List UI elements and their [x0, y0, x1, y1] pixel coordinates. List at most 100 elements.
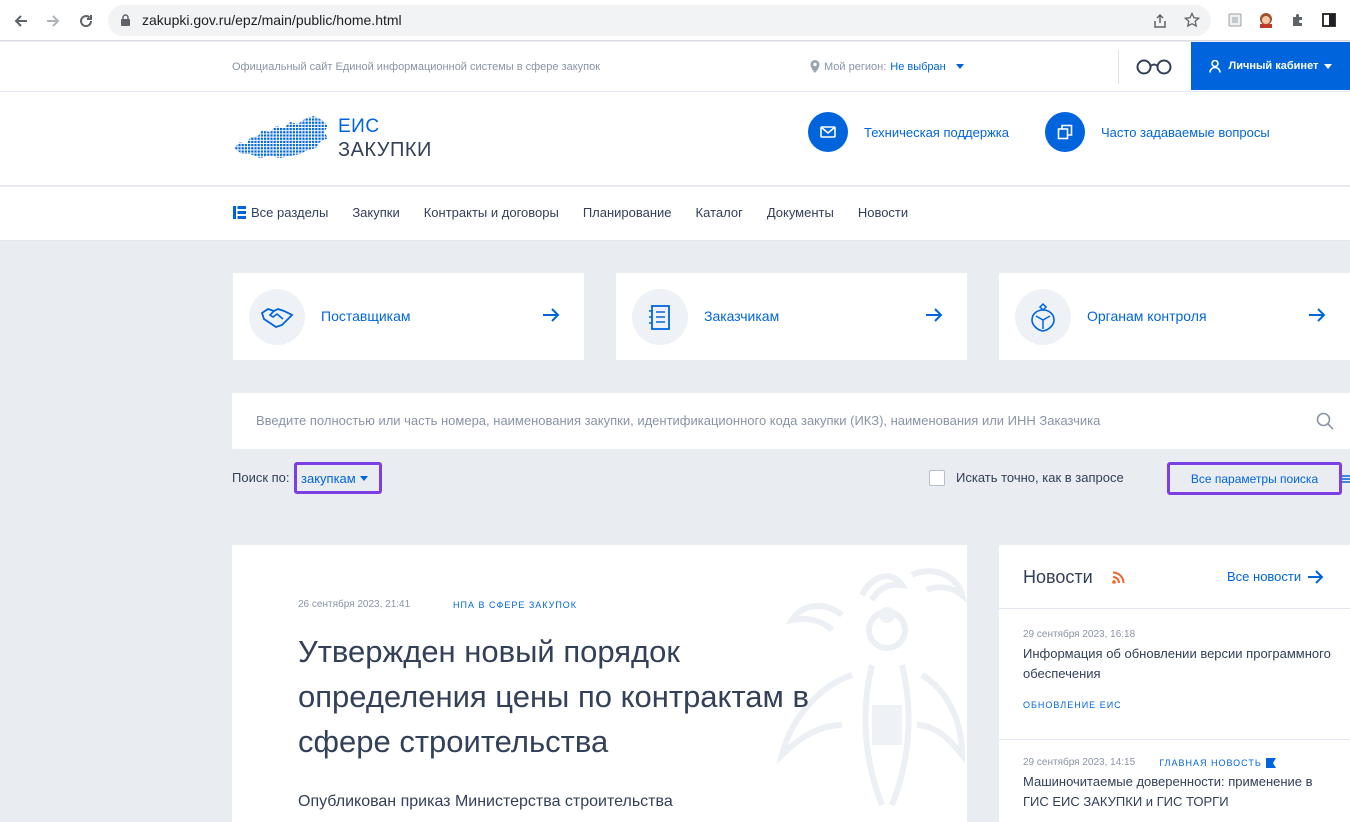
news-item-date: 29 сентября 2023, 14:15 [1023, 757, 1136, 768]
menu-label: Каталог [695, 205, 743, 220]
menu-label: Новости [857, 205, 909, 220]
top-info-strip: Официальный сайт Единой информационной с… [0, 42, 1350, 92]
main-news-date: 26 сентября 2023, 21:41 [298, 599, 411, 610]
main-menu: Все разделы Закупки Контракты и договоры… [0, 187, 1350, 241]
divider [999, 739, 1350, 740]
russia-map-logo-icon [234, 116, 328, 158]
arrow-right-icon [543, 308, 560, 322]
search-by-label: Поиск по: [232, 470, 290, 485]
menu-label: Закупки [352, 205, 400, 220]
lock-icon [121, 14, 130, 26]
caret-down-icon [359, 475, 368, 481]
site-header: ЕИС ЗАКУПКИ Техническая поддержка Часто … [0, 92, 1350, 186]
news-item[interactable]: 29 сентября 2023, 14:15 ГЛАВНАЯ НОВОСТЬ … [1023, 757, 1333, 812]
caret-down-icon [955, 64, 964, 69]
search-box [232, 393, 1350, 449]
reload-icon[interactable] [73, 8, 99, 34]
faq-link[interactable]: Часто задаваемые вопросы [1045, 112, 1270, 152]
tech-support-link[interactable]: Техническая поддержка [808, 112, 1009, 152]
menu-label: Все разделы [251, 205, 329, 220]
main-news-badge-label: ГЛАВНАЯ НОВОСТЬ [1159, 757, 1262, 768]
extension-page-icon[interactable] [1225, 10, 1245, 30]
news-item-category[interactable]: ОБНОВЛЕНИЕ ЕИС [1023, 700, 1333, 710]
site-description: Официальный сайт Единой информационной с… [232, 61, 601, 73]
all-search-params-label: Все параметры поиска [1190, 471, 1319, 486]
handshake-icon [249, 289, 305, 345]
card-label: Органам контроля [1087, 308, 1207, 324]
faq-label: Часто задаваемые вопросы [1101, 124, 1270, 140]
emblem-icon [1015, 289, 1071, 345]
search-icon[interactable] [1316, 412, 1334, 430]
url-text: zakupki.gov.ru/epz/main/public/home.html [142, 12, 402, 28]
main-news-card[interactable]: 26 сентября 2023, 21:41 НПА В СФЕРЕ ЗАКУ… [232, 545, 967, 822]
accessibility-glasses-icon[interactable] [1136, 56, 1172, 78]
personal-cabinet-label: Личный кабинет [1228, 60, 1319, 72]
back-icon[interactable] [8, 8, 34, 34]
card-control-bodies[interactable]: Органам контроля [999, 273, 1350, 360]
news-panel-header: Новости Все новости [999, 545, 1350, 609]
location-pin-icon [810, 60, 820, 73]
extension-avatar-icon[interactable] [1256, 10, 1276, 30]
region-selector[interactable]: Мой регион: Не выбран [810, 60, 964, 73]
filter-lines-icon[interactable] [1342, 474, 1350, 484]
divider [1118, 50, 1119, 84]
copy-pages-icon [1045, 112, 1085, 152]
forward-icon[interactable] [40, 8, 66, 34]
main-news-badge: ГЛАВНАЯ НОВОСТЬ [1159, 757, 1276, 768]
region-label: Мой регион: [824, 60, 887, 73]
news-item-text[interactable]: Машиночитаемые доверенности: применение … [1023, 772, 1333, 812]
sidepanel-icon[interactable] [1319, 10, 1339, 30]
search-by-value: закупкам [301, 470, 356, 486]
arrow-right-icon [1309, 308, 1326, 322]
all-news-link[interactable]: Все новости [1227, 569, 1324, 584]
news-panel-title: Новости [1023, 567, 1093, 587]
menu-item-catalog[interactable]: Каталог [696, 205, 743, 220]
main-news-title[interactable]: Утвержден новый порядок определения цены… [298, 629, 858, 764]
rss-icon[interactable] [1112, 571, 1125, 584]
bookmark-star-icon[interactable] [1184, 12, 1200, 28]
eis-logo[interactable]: ЕИС ЗАКУПКИ [232, 112, 442, 164]
all-search-params-button[interactable]: Все параметры поиска [1167, 462, 1342, 495]
exact-search-label: Искать точно, как в запросе [956, 470, 1124, 485]
menu-item-all-sections[interactable]: Все разделы [233, 205, 328, 220]
main-news-lead: Опубликован приказ Министерства строител… [298, 793, 673, 810]
news-item-text[interactable]: Информация об обновлении версии программ… [1023, 644, 1333, 684]
menu-item-purchases[interactable]: Закупки [352, 205, 399, 220]
mail-icon [808, 112, 848, 152]
menu-item-news[interactable]: Новости [858, 205, 908, 220]
flag-icon [1265, 757, 1276, 768]
logo-text-zakupki: ЗАКУПКИ [338, 139, 432, 161]
card-label: Заказчикам [704, 308, 780, 324]
menu-item-planning[interactable]: Планирование [583, 205, 672, 220]
arrow-right-icon [1308, 569, 1324, 584]
share-icon[interactable] [1152, 13, 1168, 29]
browser-toolbar: zakupki.gov.ru/epz/main/public/home.html [0, 0, 1350, 41]
arrow-right-icon [926, 308, 943, 322]
extensions-puzzle-icon[interactable] [1288, 10, 1308, 30]
caret-down-icon [1324, 63, 1333, 69]
all-news-label: Все новости [1227, 569, 1302, 584]
tech-support-label: Техническая поддержка [864, 124, 1009, 140]
menu-item-documents[interactable]: Документы [767, 205, 834, 220]
news-item[interactable]: 29 сентября 2023, 16:18 Информация об об… [1023, 629, 1333, 710]
news-item-date: 29 сентября 2023, 16:18 [1023, 629, 1136, 640]
search-input[interactable] [256, 413, 1296, 428]
card-suppliers[interactable]: Поставщикам [233, 273, 584, 360]
card-label: Поставщикам [321, 308, 411, 324]
menu-label: Планирование [582, 205, 672, 220]
address-bar[interactable]: zakupki.gov.ru/epz/main/public/home.html [108, 5, 1211, 36]
menu-item-contracts[interactable]: Контракты и договоры [424, 205, 559, 220]
menu-label: Контракты и договоры [423, 205, 559, 220]
exact-search-checkbox[interactable] [929, 470, 945, 486]
logo-text-eis: ЕИС [338, 116, 380, 137]
menu-label: Документы [766, 205, 834, 220]
search-by-select[interactable]: закупкам [294, 462, 382, 494]
sections-grid-icon [233, 206, 246, 219]
card-customers[interactable]: Заказчикам [616, 273, 967, 360]
news-panel: Новости Все новости 29 сентября 2023, 16… [999, 545, 1350, 822]
user-icon [1208, 59, 1221, 73]
personal-cabinet-button[interactable]: Личный кабинет [1191, 42, 1350, 90]
document-icon [632, 289, 688, 345]
region-value: Не выбран [890, 60, 946, 73]
main-news-category[interactable]: НПА В СФЕРЕ ЗАКУПОК [453, 600, 577, 610]
